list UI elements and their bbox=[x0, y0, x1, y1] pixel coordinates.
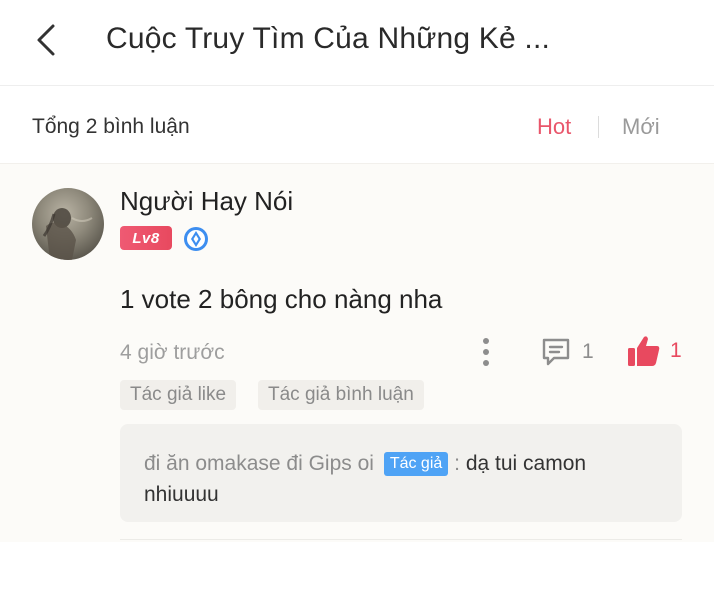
author-like-tag: Tác giả like bbox=[120, 380, 237, 410]
comment-username[interactable]: Người Hay Nói bbox=[120, 186, 293, 217]
header: Cuộc Truy Tìm Của Những Kẻ ... bbox=[0, 0, 714, 86]
verified-badge-icon bbox=[184, 227, 208, 251]
page-title: Cuộc Truy Tìm Của Những Kẻ ... bbox=[106, 22, 551, 55]
comment-text: 1 vote 2 bông cho nàng nha bbox=[120, 284, 443, 314]
avatar-image bbox=[42, 208, 93, 260]
sort-divider bbox=[598, 116, 599, 138]
chevron-left-icon bbox=[37, 24, 55, 56]
like-button[interactable]: 1 bbox=[626, 334, 682, 368]
reply-preview[interactable]: đi ăn omakase đi Gips oi Tác giả : dạ tu… bbox=[120, 424, 682, 522]
comments-screen: Cuộc Truy Tìm Của Những Kẻ ... Tổng 2 bì… bbox=[0, 0, 714, 600]
thumbs-up-icon bbox=[628, 336, 660, 366]
comment-time: 4 giờ trước bbox=[120, 341, 225, 364]
comment-item: Người Hay Nói Lv8 1 vote 2 bông cho nàng… bbox=[0, 164, 714, 542]
comment-summary-bar: Tổng 2 bình luận Hot Mới bbox=[0, 86, 714, 164]
like-count: 1 bbox=[670, 339, 682, 362]
sort-new-tab[interactable]: Mới bbox=[622, 114, 660, 140]
level-badge: Lv8 bbox=[120, 226, 172, 250]
sort-hot-tab[interactable]: Hot bbox=[537, 114, 571, 140]
author-reply-tag: Tác giả bình luận bbox=[258, 380, 424, 410]
reply-count: 1 bbox=[582, 340, 594, 363]
author-tag-badge: Tác giả bbox=[383, 452, 449, 476]
more-vertical-icon bbox=[483, 338, 489, 344]
back-button[interactable] bbox=[26, 18, 66, 62]
reply-button[interactable]: 1 bbox=[540, 336, 594, 368]
more-options-button[interactable] bbox=[476, 336, 496, 368]
comment-total: Tổng 2 bình luận bbox=[32, 115, 190, 138]
comment-icon bbox=[542, 338, 570, 366]
reply-author-name[interactable]: đi ăn omakase đi Gips oi bbox=[144, 452, 374, 475]
comment-divider bbox=[120, 539, 682, 540]
reply-separator: : bbox=[454, 452, 460, 475]
avatar[interactable] bbox=[32, 188, 104, 260]
